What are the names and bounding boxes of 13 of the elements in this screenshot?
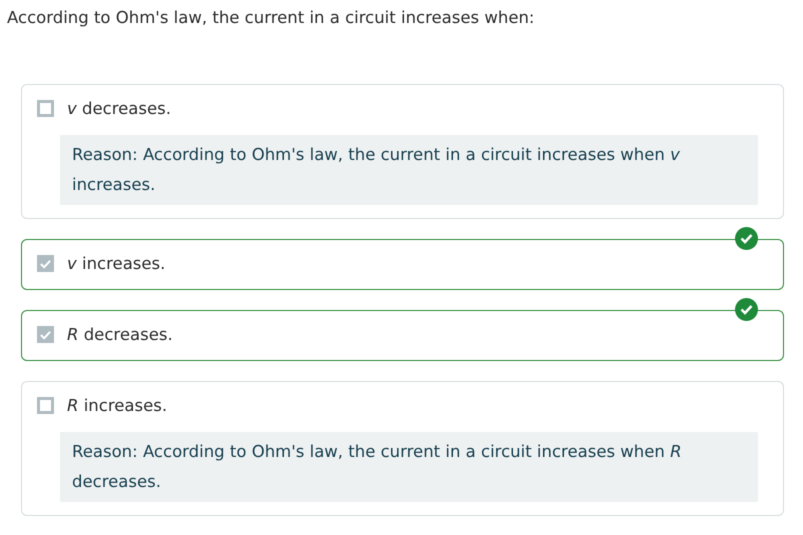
check-icon	[40, 258, 51, 268]
option-label: R decreases.	[67, 324, 173, 346]
reason-text: Reason: According to Ohm's law, the current in a circuit increases when v increases.	[60, 135, 758, 205]
checkbox[interactable]	[37, 397, 54, 414]
option-label: v decreases.	[67, 98, 171, 120]
checkbox[interactable]	[37, 255, 54, 272]
option-label: R increases.	[67, 395, 168, 417]
checkbox[interactable]	[37, 100, 54, 117]
option-label: v increases.	[67, 253, 166, 275]
checkbox[interactable]	[37, 326, 54, 343]
check-icon	[40, 330, 51, 340]
reason-text: Reason: According to Ohm's law, the current in a circuit increases when R decreases.	[60, 432, 758, 502]
question-text: According to Ohm's law, the current in a circuit increases when:	[7, 7, 536, 29]
